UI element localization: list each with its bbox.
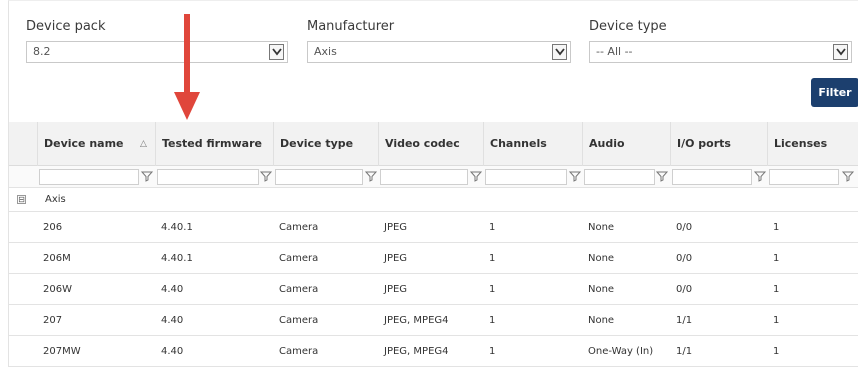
column-header-device-name[interactable]: Device name △ bbox=[37, 122, 155, 166]
cell-video-codec: JPEG, MPEG4 bbox=[384, 346, 449, 357]
cell-licenses: 1 bbox=[773, 253, 780, 264]
cell-video-codec: JPEG bbox=[384, 253, 408, 264]
grid-header: Device name △ Tested firmware Device typ… bbox=[9, 122, 858, 166]
cell-device-name: 206W bbox=[43, 284, 72, 295]
cell-video-codec: JPEG, MPEG4 bbox=[384, 315, 449, 326]
chevron-down-icon[interactable] bbox=[269, 44, 284, 60]
cell-licenses: 1 bbox=[773, 284, 780, 295]
cell-audio: None bbox=[588, 284, 615, 295]
filter-input-channels[interactable] bbox=[485, 169, 567, 185]
cell-device-name: 206 bbox=[43, 222, 63, 233]
filter-input-device-name[interactable] bbox=[39, 169, 139, 185]
manufacturer-group: Manufacturer Axis bbox=[307, 17, 571, 63]
device-pack-value: 8.2 bbox=[33, 45, 51, 58]
chevron-down-icon[interactable] bbox=[833, 44, 848, 60]
cell-device-type: Camera bbox=[279, 284, 319, 295]
column-header-io-ports[interactable]: I/O ports bbox=[670, 122, 767, 166]
cell-io-ports: 0/0 bbox=[676, 284, 693, 295]
funnel-icon[interactable] bbox=[470, 170, 482, 182]
cell-audio: None bbox=[588, 315, 615, 326]
cell-tested-firmware: 4.40.1 bbox=[161, 253, 193, 264]
column-header-licenses[interactable]: Licenses bbox=[767, 122, 858, 166]
cell-device-type: Camera bbox=[279, 315, 319, 326]
column-header-audio[interactable]: Audio bbox=[582, 122, 670, 166]
table-row[interactable]: 206W 4.40 Camera JPEG 1 None 0/0 1 bbox=[9, 274, 858, 305]
cell-video-codec: JPEG bbox=[384, 284, 408, 295]
column-header-device-type[interactable]: Device type bbox=[273, 122, 378, 166]
cell-licenses: 1 bbox=[773, 222, 780, 233]
filter-button[interactable]: Filter bbox=[811, 78, 858, 107]
table-row[interactable]: 207MW 4.40 Camera JPEG, MPEG4 1 One-Way (In) 1… bbox=[9, 336, 858, 367]
table-row[interactable]: 206M 4.40.1 Camera JPEG 1 None 0/0 1 bbox=[9, 243, 858, 274]
cell-audio: None bbox=[588, 222, 615, 233]
cell-device-type: Camera bbox=[279, 222, 319, 233]
manufacturer-label: Manufacturer bbox=[307, 19, 395, 34]
cell-audio: None bbox=[588, 253, 615, 264]
filter-input-io-ports[interactable] bbox=[672, 169, 752, 185]
filter-input-device-type[interactable] bbox=[275, 169, 363, 185]
cell-channels: 1 bbox=[489, 222, 496, 233]
device-grid: Device name △ Tested firmware Device typ… bbox=[8, 122, 858, 367]
filter-input-tested-firmware[interactable] bbox=[157, 169, 259, 185]
column-header-video-codec[interactable]: Video codec bbox=[378, 122, 483, 166]
cell-channels: 1 bbox=[489, 253, 496, 264]
device-type-label: Device type bbox=[589, 19, 667, 34]
cell-channels: 1 bbox=[489, 284, 496, 295]
device-type-select[interactable]: -- All -- bbox=[589, 41, 852, 63]
cell-io-ports: 0/0 bbox=[676, 253, 693, 264]
cell-tested-firmware: 4.40 bbox=[161, 315, 184, 326]
cell-device-type: Camera bbox=[279, 253, 319, 264]
arrow-annotation-icon bbox=[174, 14, 200, 120]
cell-io-ports: 1/1 bbox=[676, 346, 693, 357]
cell-tested-firmware: 4.40 bbox=[161, 284, 184, 295]
funnel-icon[interactable] bbox=[260, 170, 272, 182]
cell-io-ports: 0/0 bbox=[676, 222, 693, 233]
table-row[interactable]: 206 4.40.1 Camera JPEG 1 None 0/0 1 bbox=[9, 212, 858, 243]
table-row[interactable]: 207 4.40 Camera JPEG, MPEG4 1 None 1/1 1 bbox=[9, 305, 858, 336]
cell-channels: 1 bbox=[489, 315, 496, 326]
device-pack-select[interactable]: 8.2 bbox=[26, 41, 288, 63]
funnel-icon[interactable] bbox=[754, 170, 766, 182]
manufacturer-select[interactable]: Axis bbox=[307, 41, 571, 63]
column-header-channels[interactable]: Channels bbox=[483, 122, 582, 166]
funnel-icon[interactable] bbox=[569, 170, 581, 182]
device-type-value: -- All -- bbox=[596, 45, 633, 58]
filter-input-licenses[interactable] bbox=[769, 169, 839, 185]
device-type-group: Device type -- All -- bbox=[589, 17, 852, 63]
funnel-icon[interactable] bbox=[365, 170, 377, 182]
cell-device-type: Camera bbox=[279, 346, 319, 357]
cell-video-codec: JPEG bbox=[384, 222, 408, 233]
filter-panel: Device pack 8.2 Manufacturer Axis Device… bbox=[8, 0, 858, 122]
chevron-down-icon[interactable] bbox=[552, 44, 567, 60]
cell-licenses: 1 bbox=[773, 346, 780, 357]
group-row: ⊟ Axis bbox=[9, 188, 858, 212]
cell-tested-firmware: 4.40 bbox=[161, 346, 184, 357]
device-pack-group: Device pack 8.2 bbox=[26, 17, 288, 63]
cell-licenses: 1 bbox=[773, 315, 780, 326]
device-pack-label: Device pack bbox=[26, 19, 106, 34]
filter-input-audio[interactable] bbox=[584, 169, 655, 185]
cell-device-name: 207MW bbox=[43, 346, 81, 357]
cell-channels: 1 bbox=[489, 346, 496, 357]
cell-device-name: 206M bbox=[43, 253, 71, 264]
cell-tested-firmware: 4.40.1 bbox=[161, 222, 193, 233]
cell-device-name: 207 bbox=[43, 315, 63, 326]
cell-audio: One-Way (In) bbox=[588, 346, 654, 357]
cell-io-ports: 1/1 bbox=[676, 315, 693, 326]
funnel-icon[interactable] bbox=[656, 170, 668, 182]
filter-row bbox=[9, 166, 858, 188]
funnel-icon[interactable] bbox=[842, 170, 854, 182]
group-label: Axis bbox=[45, 194, 66, 205]
column-header-tested-firmware[interactable]: Tested firmware bbox=[155, 122, 273, 166]
manufacturer-value: Axis bbox=[314, 45, 337, 58]
sort-icon[interactable]: △ bbox=[140, 122, 147, 166]
collapse-icon[interactable]: ⊟ bbox=[17, 195, 26, 204]
filter-input-video-codec[interactable] bbox=[380, 169, 468, 185]
funnel-icon[interactable] bbox=[141, 170, 153, 182]
